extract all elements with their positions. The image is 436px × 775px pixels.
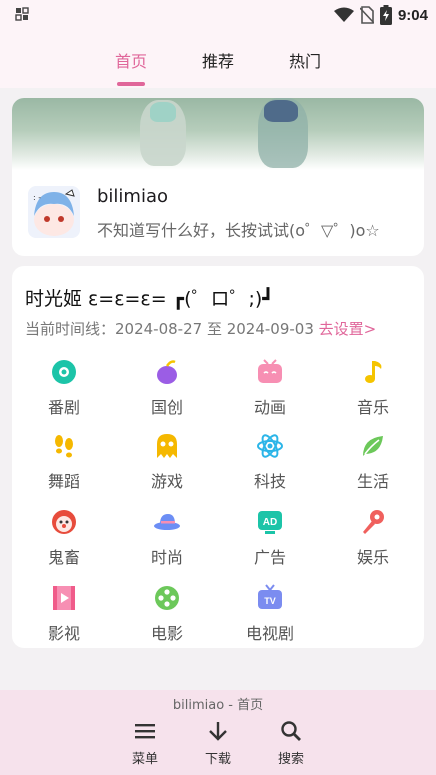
timeline-range-label: 当前时间线：2024-08-27 至 2024-09-03 xyxy=(25,320,314,338)
film-play-icon xyxy=(53,586,75,610)
timeline-card: 时光姬 ε=ε=ε= ┏(゜ロ゜;)┛ 当前时间线：2024-08-27 至 2… xyxy=(12,266,424,648)
download-arrow-icon xyxy=(209,722,227,741)
tab-indicator xyxy=(117,82,145,86)
hat-icon xyxy=(154,514,180,530)
menu-button[interactable]: 菜单 xyxy=(115,720,175,767)
username: bilimiao xyxy=(97,186,169,207)
wifi-icon xyxy=(333,7,354,22)
user-signature: 不知道写什么好，长按试试(o゜▽゜)o☆ xyxy=(97,221,380,240)
category-entertainment[interactable]: 娱乐 xyxy=(328,508,418,568)
leaf-icon xyxy=(363,436,383,456)
tv-icon: TV xyxy=(258,584,282,609)
timeline-title: 时光姬 ε=ε=ε= ┏(゜ロ゜;)┛ xyxy=(25,288,274,310)
ghost-icon xyxy=(157,434,177,458)
footprints-icon xyxy=(55,435,73,458)
ad-tv-icon: AD xyxy=(258,511,282,534)
download-button[interactable]: 下载 xyxy=(188,720,248,767)
timeline-settings-link[interactable]: 去设置> xyxy=(319,320,377,338)
user-card[interactable]: : - bilimiao 不知道写什么好，长按试试(o゜▽゜)o☆ xyxy=(12,98,424,256)
microphone-icon xyxy=(363,510,384,534)
status-bar: 9:04 xyxy=(0,0,436,30)
category-life[interactable]: 生活 xyxy=(328,432,418,492)
atom-icon xyxy=(257,434,283,458)
no-sim-icon xyxy=(359,6,374,24)
category-bangumi[interactable]: 番剧 xyxy=(19,358,109,418)
category-tech[interactable]: 科技 xyxy=(225,432,315,492)
film-reel-icon xyxy=(155,586,179,610)
tab-recommend[interactable]: 推荐 xyxy=(188,48,248,72)
battery-charging-icon xyxy=(379,5,392,25)
category-film-tv[interactable]: 影视 xyxy=(19,584,109,644)
search-icon xyxy=(281,721,301,741)
notification-grid-icon xyxy=(15,7,29,21)
timeline-range: 当前时间线：2024-08-27 至 2024-09-03 去设置> xyxy=(25,318,376,339)
category-fashion[interactable]: 时尚 xyxy=(122,508,212,568)
svg-text:TV: TV xyxy=(264,596,276,606)
category-movie[interactable]: 电影 xyxy=(122,584,212,644)
guochuang-icon xyxy=(157,360,177,384)
status-time: 9:04 xyxy=(397,6,428,24)
page-label: bilimiao - 首页 xyxy=(172,698,264,713)
category-music[interactable]: 音乐 xyxy=(328,358,418,418)
avatar[interactable]: : - xyxy=(28,186,80,238)
svg-text:AD: AD xyxy=(263,517,277,528)
svg-text:: -: : - xyxy=(33,193,41,202)
tab-popular[interactable]: 热门 xyxy=(275,48,335,72)
category-guochuang[interactable]: 国创 xyxy=(122,358,212,418)
search-button[interactable]: 搜索 xyxy=(261,720,321,767)
animation-tv-icon xyxy=(258,359,282,383)
category-ad[interactable]: AD 广告 xyxy=(225,508,315,568)
category-dance[interactable]: 舞蹈 xyxy=(19,432,109,492)
clown-icon xyxy=(52,510,76,534)
menu-icon xyxy=(135,724,155,739)
category-tv-series[interactable]: TV 电视剧 xyxy=(225,584,315,644)
banner-image xyxy=(12,98,424,170)
music-note-icon xyxy=(365,361,382,383)
category-game[interactable]: 游戏 xyxy=(122,432,212,492)
tab-home[interactable]: 首页 xyxy=(101,48,161,72)
category-animation[interactable]: 动画 xyxy=(225,358,315,418)
bottom-bar: bilimiao - 首页 菜单 下载 搜索 xyxy=(0,690,436,775)
top-tab-bar: 首页 推荐 热门 xyxy=(0,30,436,88)
category-kichiku[interactable]: 鬼畜 xyxy=(19,508,109,568)
bangumi-icon xyxy=(52,360,76,384)
